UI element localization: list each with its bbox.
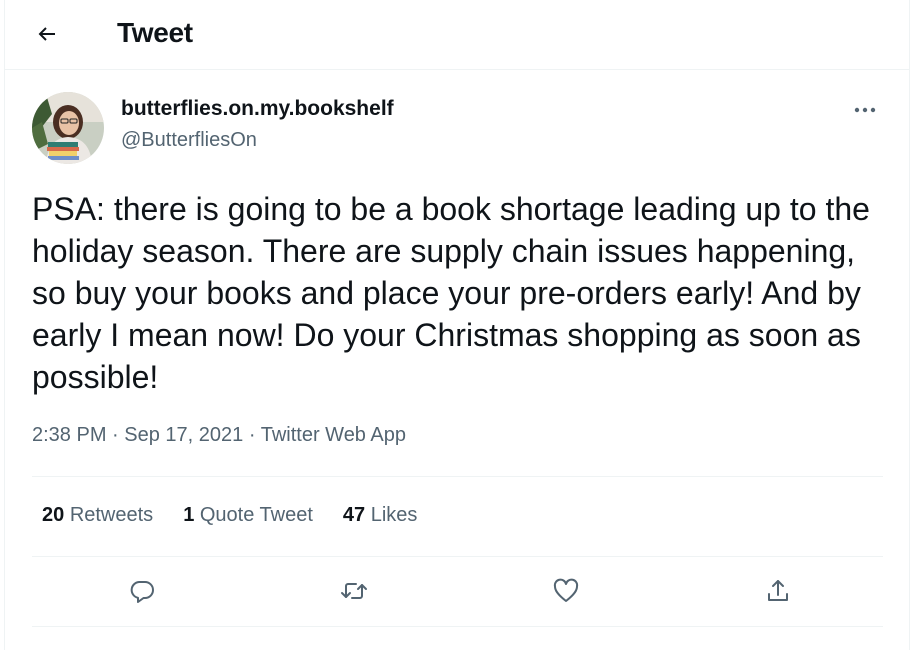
reply-icon bbox=[130, 581, 154, 603]
like-icon bbox=[553, 578, 579, 602]
quote-tweets-label: Quote Tweet bbox=[199, 504, 313, 526]
retweets-count: 20 bbox=[42, 504, 65, 526]
tweet-metadata: 2:38 PM · Sep 17, 2021 · Twitter Web App bbox=[32, 424, 406, 447]
tweet-page: Tweet butterflies.on.my.bookshelf @Butte… bbox=[4, 0, 910, 650]
author-display-name[interactable]: butterflies.on.my.bookshelf bbox=[121, 97, 394, 121]
reply-button[interactable] bbox=[122, 571, 162, 611]
page-header: Tweet bbox=[5, 0, 909, 70]
back-button[interactable] bbox=[27, 14, 67, 54]
tweet-source[interactable]: Twitter Web App bbox=[261, 424, 406, 446]
retweet-button[interactable] bbox=[334, 571, 374, 611]
like-button[interactable] bbox=[546, 571, 586, 611]
page-title: Tweet bbox=[117, 17, 193, 48]
tweet-date[interactable]: Sep 17, 2021 bbox=[124, 424, 243, 446]
arrow-left-icon bbox=[38, 27, 55, 41]
quote-tweets-stat[interactable]: 1 Quote Tweet bbox=[183, 504, 313, 527]
tweet-stats: 20 Retweets 1 Quote Tweet 47 Likes bbox=[42, 504, 447, 527]
divider bbox=[32, 476, 883, 477]
tweet-time[interactable]: 2:38 PM bbox=[32, 424, 106, 446]
likes-count: 47 bbox=[342, 504, 366, 526]
tweet-text: PSA: there is going to be a book shortag… bbox=[32, 191, 870, 395]
share-button[interactable] bbox=[758, 571, 798, 611]
more-horizontal-icon bbox=[854, 107, 876, 113]
share-icon bbox=[768, 580, 788, 601]
meta-separator: · bbox=[112, 424, 119, 446]
avatar[interactable] bbox=[32, 92, 104, 164]
retweets-stat[interactable]: 20 Retweets bbox=[42, 504, 153, 527]
retweets-label: Retweets bbox=[69, 504, 154, 526]
likes-label: Likes bbox=[370, 504, 418, 526]
more-options-button[interactable] bbox=[847, 98, 883, 122]
meta-separator: · bbox=[248, 424, 256, 446]
divider bbox=[32, 626, 883, 627]
profile-avatar-image bbox=[32, 92, 104, 164]
likes-stat[interactable]: 47 Likes bbox=[343, 504, 418, 527]
quote-tweets-count: 1 bbox=[183, 504, 195, 526]
retweet-icon bbox=[341, 583, 367, 599]
divider bbox=[32, 556, 883, 557]
author-handle[interactable]: @ButterfliesOn bbox=[121, 129, 257, 152]
